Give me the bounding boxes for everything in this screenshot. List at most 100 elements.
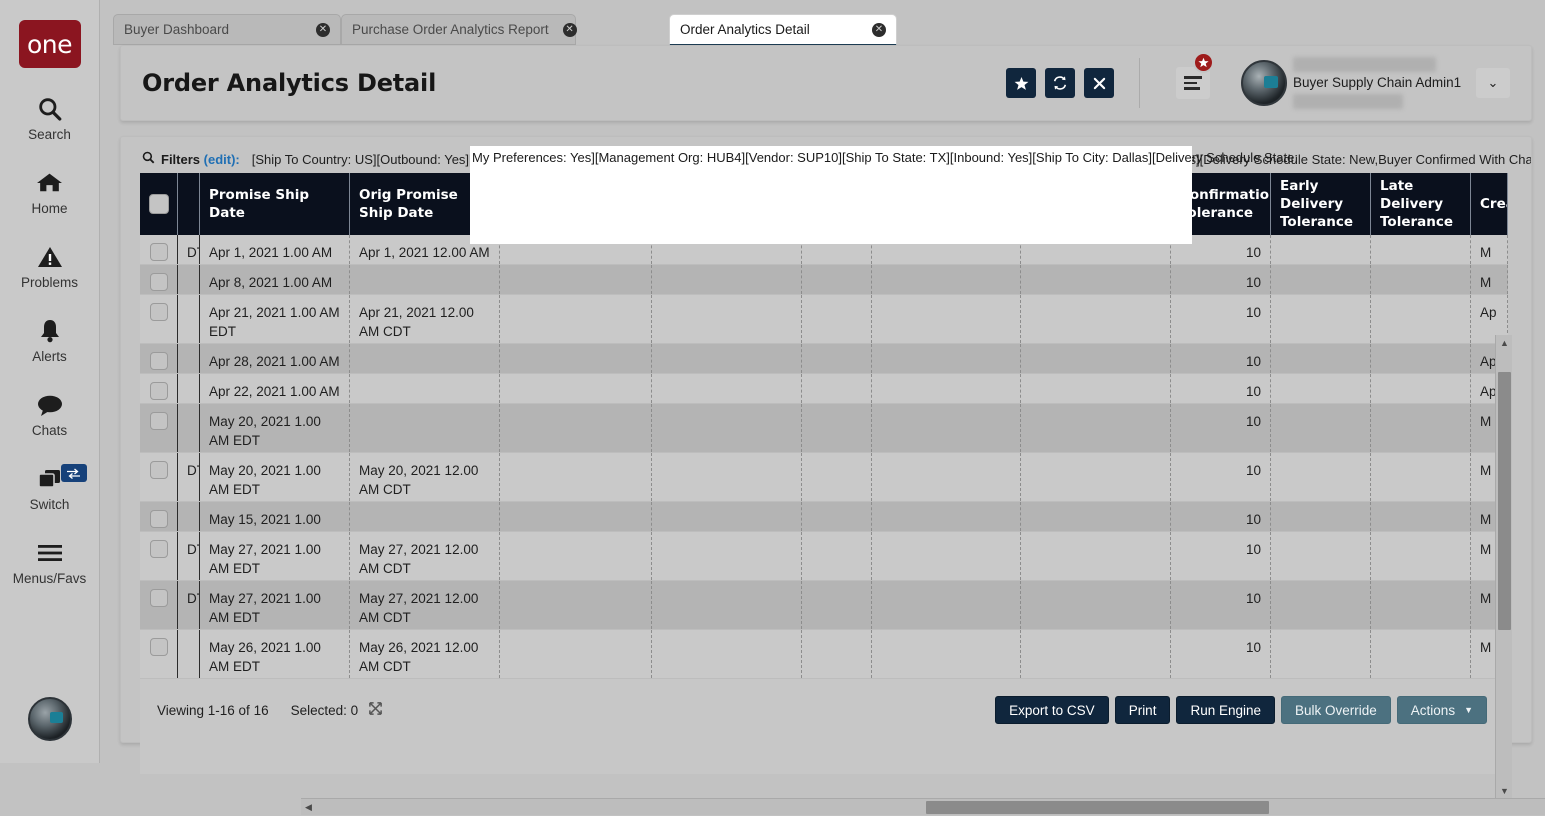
vertical-scrollbar-thumb[interactable] [1498, 372, 1511, 630]
row-checkbox[interactable] [150, 540, 168, 558]
table-row[interactable]: DTApr 1, 2021 1.00 AM EDTApr 1, 2021 12.… [140, 235, 1508, 265]
row-select-cell[interactable] [140, 453, 178, 501]
refresh-button[interactable] [1045, 68, 1075, 98]
row-checkbox[interactable] [150, 461, 168, 479]
row-checkbox[interactable] [150, 352, 168, 370]
cell-orc [872, 295, 1021, 343]
user-dropdown-button[interactable]: ⌄ [1476, 68, 1510, 98]
row-checkbox[interactable] [150, 589, 168, 607]
row-select-cell[interactable] [140, 295, 178, 343]
column-header-created[interactable]: Creat [1471, 173, 1508, 235]
tab-bar: Buyer Dashboard ✕ Purchase Order Analyti… [100, 0, 1545, 44]
filters-edit-link[interactable]: (edit): [204, 152, 240, 167]
row-select-cell[interactable] [140, 374, 178, 403]
sidebar-avatar[interactable] [28, 697, 72, 741]
row-select-cell[interactable] [140, 502, 178, 531]
cell-ldt [1371, 374, 1471, 403]
select-all-checkbox[interactable] [149, 194, 169, 214]
tab-purchase-order-analytics-report[interactable]: Purchase Order Analytics Report ✕ [341, 14, 576, 45]
column-header-label: Confirmation Tolerance [1180, 186, 1271, 222]
close-panel-button[interactable] [1084, 68, 1114, 98]
table-row[interactable]: Apr 21, 2021 1.00 AM EDTApr 21, 2021 12.… [140, 295, 1508, 344]
horizontal-scrollbar-thumb[interactable] [926, 801, 1269, 814]
row-select-cell[interactable] [140, 630, 178, 678]
sidebar-item-menus-favs[interactable]: Menus/Favs [0, 538, 100, 586]
scroll-up-icon[interactable]: ▲ [1496, 335, 1513, 350]
run-engine-button[interactable]: Run Engine [1176, 696, 1275, 724]
sidebar-item-label: Problems [21, 275, 78, 290]
cell-tr [178, 344, 200, 373]
row-select-cell[interactable] [140, 532, 178, 580]
table-row[interactable]: May 15, 2021 1.00 AM EDT10M [140, 502, 1508, 532]
row-checkbox[interactable] [150, 638, 168, 656]
tab-buyer-dashboard[interactable]: Buyer Dashboard ✕ [113, 14, 341, 45]
column-header-override-reason-code[interactable]: ✎ * Override Reason Code [872, 173, 1021, 235]
row-select-cell[interactable] [140, 344, 178, 373]
cell-oaq [802, 344, 872, 373]
column-header-overridden-ship-date[interactable]: ✎ Overridden Ship Date [500, 173, 652, 235]
windows-stack-icon [36, 464, 63, 494]
table-row[interactable]: May 20, 2021 1.00 AM EDT10M [140, 404, 1508, 453]
user-info: Buyer Supply Chain Admin1 [1293, 57, 1478, 109]
table-row[interactable]: DTMay 27, 2021 1.00 AM EDTMay 27, 2021 1… [140, 532, 1508, 581]
one-logo[interactable]: one [19, 20, 81, 68]
sidebar-item-chats[interactable]: Chats [0, 390, 100, 438]
row-select-cell[interactable] [140, 404, 178, 452]
sidebar-item-search[interactable]: Search [0, 94, 100, 142]
cell-oaq [802, 630, 872, 678]
row-select-cell[interactable] [140, 265, 178, 294]
cell-edt [1271, 532, 1371, 580]
row-select-cell[interactable] [140, 235, 178, 264]
horizontal-scrollbar[interactable]: ◀ ▶ [301, 798, 1545, 815]
column-header-override-comment[interactable]: ✎ Override Comment [1021, 173, 1171, 235]
favorite-button[interactable] [1006, 68, 1036, 98]
sidebar-item-label: Search [28, 127, 71, 142]
swap-arrows-icon[interactable] [61, 464, 87, 482]
print-button[interactable]: Print [1115, 696, 1171, 724]
scroll-down-icon[interactable]: ▼ [1496, 783, 1513, 798]
close-icon[interactable]: ✕ [872, 23, 886, 37]
sidebar-item-switch[interactable]: Switch [0, 464, 100, 512]
actions-button[interactable]: Actions ▼ [1397, 696, 1487, 724]
export-to-csv-button[interactable]: Export to CSV [995, 696, 1109, 724]
bulk-override-button[interactable]: Bulk Override [1281, 696, 1391, 724]
column-header-override-agreed-quantity[interactable]: ✎ Override Agreed Quantity [802, 173, 872, 235]
cell-ovdd [652, 344, 802, 373]
column-header-early-delivery-tolerance[interactable]: Early Delivery Tolerance [1271, 173, 1371, 235]
sidebar-item-home[interactable]: Home [0, 168, 100, 216]
close-icon[interactable]: ✕ [563, 23, 577, 37]
table-row[interactable]: Apr 28, 2021 1.00 AM EDT10Ap [140, 344, 1508, 374]
row-select-cell[interactable] [140, 581, 178, 629]
footer-buttons: Export to CSV Print Run Engine Bulk Over… [995, 696, 1487, 724]
user-avatar[interactable] [1241, 60, 1287, 106]
row-checkbox[interactable] [150, 303, 168, 321]
column-header-late-delivery-tolerance[interactable]: Late Delivery Tolerance [1371, 173, 1471, 235]
table-row[interactable]: May 26, 2021 1.00 AM EDTMay 26, 2021 12.… [140, 630, 1508, 679]
table-row[interactable]: DTMay 20, 2021 1.00 AM EDTMay 20, 2021 1… [140, 453, 1508, 502]
scroll-left-icon[interactable]: ◀ [301, 799, 316, 816]
cell-ldt [1371, 235, 1471, 264]
clear-selection-icon[interactable] [368, 701, 383, 720]
table-row[interactable]: Apr 22, 2021 1.00 AM EDT10Ap [140, 374, 1508, 404]
table-row[interactable]: DTMay 27, 2021 1.00 AM EDTMay 27, 2021 1… [140, 581, 1508, 630]
select-all-header[interactable] [140, 173, 178, 235]
tab-order-analytics-detail[interactable]: Order Analytics Detail ✕ [669, 14, 897, 46]
close-icon[interactable]: ✕ [316, 23, 330, 37]
row-checkbox[interactable] [150, 382, 168, 400]
table-row[interactable]: Apr 8, 2021 1.00 AM EDT10M [140, 265, 1508, 295]
column-header-promise-ship-date[interactable]: Promise Ship Date [200, 173, 350, 235]
column-header-truncated[interactable] [178, 173, 200, 235]
cell-ovsd [500, 404, 652, 452]
cell-cft: 10 [1171, 374, 1271, 403]
row-checkbox[interactable] [150, 510, 168, 528]
column-header-orig-promise-ship-date[interactable]: Orig Promise Ship Date [350, 173, 500, 235]
column-header-label: Override Agreed Quantity [830, 177, 872, 232]
row-checkbox[interactable] [150, 273, 168, 291]
cell-orc [872, 630, 1021, 678]
row-checkbox[interactable] [150, 243, 168, 261]
row-checkbox[interactable] [150, 412, 168, 430]
sidebar-item-alerts[interactable]: Alerts [0, 316, 100, 364]
column-header-confirmation-tolerance[interactable]: Confirmation Tolerance [1171, 173, 1271, 235]
column-header-overridden-delivery-date[interactable]: ✎ Overridden Delivery Date [652, 173, 802, 235]
sidebar-item-problems[interactable]: Problems [0, 242, 100, 290]
